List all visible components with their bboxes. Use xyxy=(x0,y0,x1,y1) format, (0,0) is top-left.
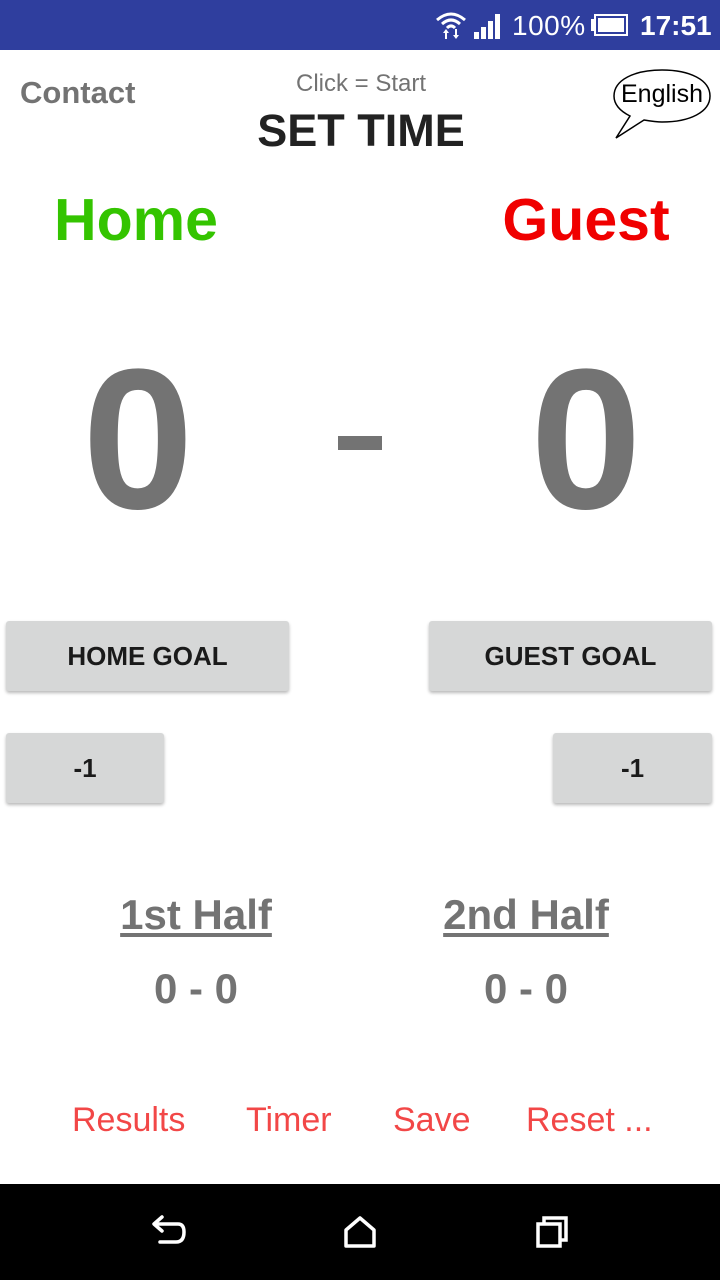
results-link[interactable]: Results xyxy=(72,1100,185,1140)
second-half-panel: 2nd Half 0 - 0 xyxy=(406,890,646,1014)
timer-link[interactable]: Timer xyxy=(246,1100,332,1140)
recents-icon[interactable] xyxy=(532,1214,572,1250)
guest-minus-one-button[interactable]: -1 xyxy=(553,733,712,803)
guest-score: 0 xyxy=(530,328,642,551)
home-team-name: Home xyxy=(54,187,218,253)
home-goal-button[interactable]: HOME GOAL xyxy=(6,621,289,691)
set-time-button[interactable]: Click = Start SET TIME xyxy=(250,70,472,158)
cell-signal-icon xyxy=(474,14,500,39)
first-half-score: 0 - 0 xyxy=(153,965,239,1012)
timer-label: SET TIME xyxy=(257,105,465,156)
navigation-bar xyxy=(0,1184,720,1280)
home-score: 0 xyxy=(82,328,194,551)
guest-team-name: Guest xyxy=(502,187,670,253)
first-half-title: 1st Half xyxy=(120,891,272,938)
language-button[interactable]: English xyxy=(610,68,714,142)
battery-icon xyxy=(591,14,628,36)
home-minus-one-button[interactable]: -1 xyxy=(6,733,164,803)
timer-hint: Click = Start xyxy=(295,70,427,97)
app-screen: 100% 17:51 Contact Click = Start SET TIM… xyxy=(0,0,720,1280)
first-half-panel: 1st Half 0 - 0 xyxy=(76,890,316,1014)
score-separator xyxy=(338,436,382,450)
language-label: English xyxy=(621,80,703,108)
reset-link[interactable]: Reset ... xyxy=(526,1100,653,1140)
second-half-score: 0 - 0 xyxy=(483,965,569,1012)
battery-percent: 100% xyxy=(512,10,586,41)
back-icon[interactable] xyxy=(148,1214,188,1250)
contact-link[interactable]: Contact xyxy=(20,75,135,111)
save-link[interactable]: Save xyxy=(393,1100,471,1140)
wifi-icon xyxy=(436,12,466,39)
home-icon[interactable] xyxy=(340,1214,380,1250)
status-bar: 100% 17:51 xyxy=(0,0,720,50)
guest-goal-button[interactable]: GUEST GOAL xyxy=(429,621,712,691)
second-half-title: 2nd Half xyxy=(443,891,609,938)
clock-time: 17:51 xyxy=(640,10,712,41)
